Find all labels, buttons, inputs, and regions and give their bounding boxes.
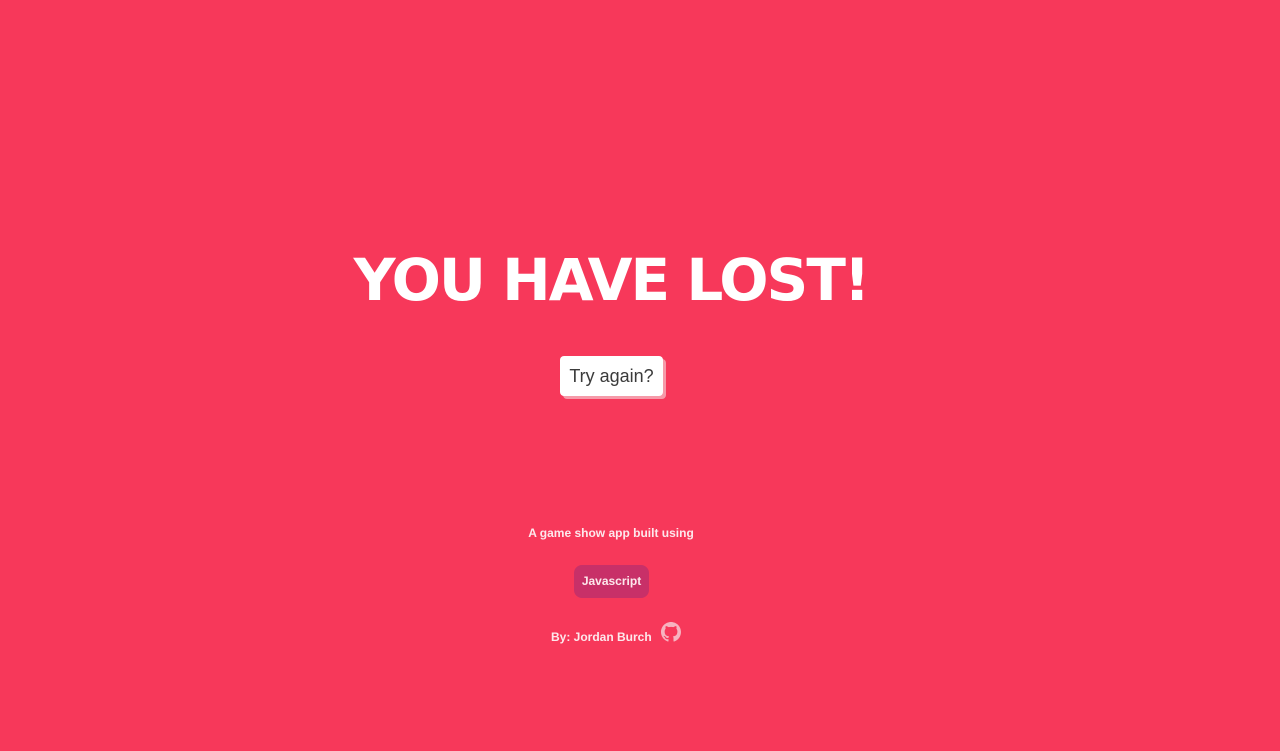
github-icon[interactable] <box>660 622 681 642</box>
game-over-title: YOU HAVE LOST! <box>353 246 871 314</box>
try-again-button[interactable]: Try again? <box>560 356 663 396</box>
footer-byline: By: Jordan Burch <box>551 622 681 646</box>
footer-built-with-text: A game show app built using <box>528 526 694 540</box>
tech-badge-javascript: Javascript <box>574 565 649 598</box>
game-over-overlay: YOU HAVE LOST! Try again? A game show ap… <box>0 0 1280 751</box>
author-name: By: Jordan Burch <box>551 630 652 644</box>
